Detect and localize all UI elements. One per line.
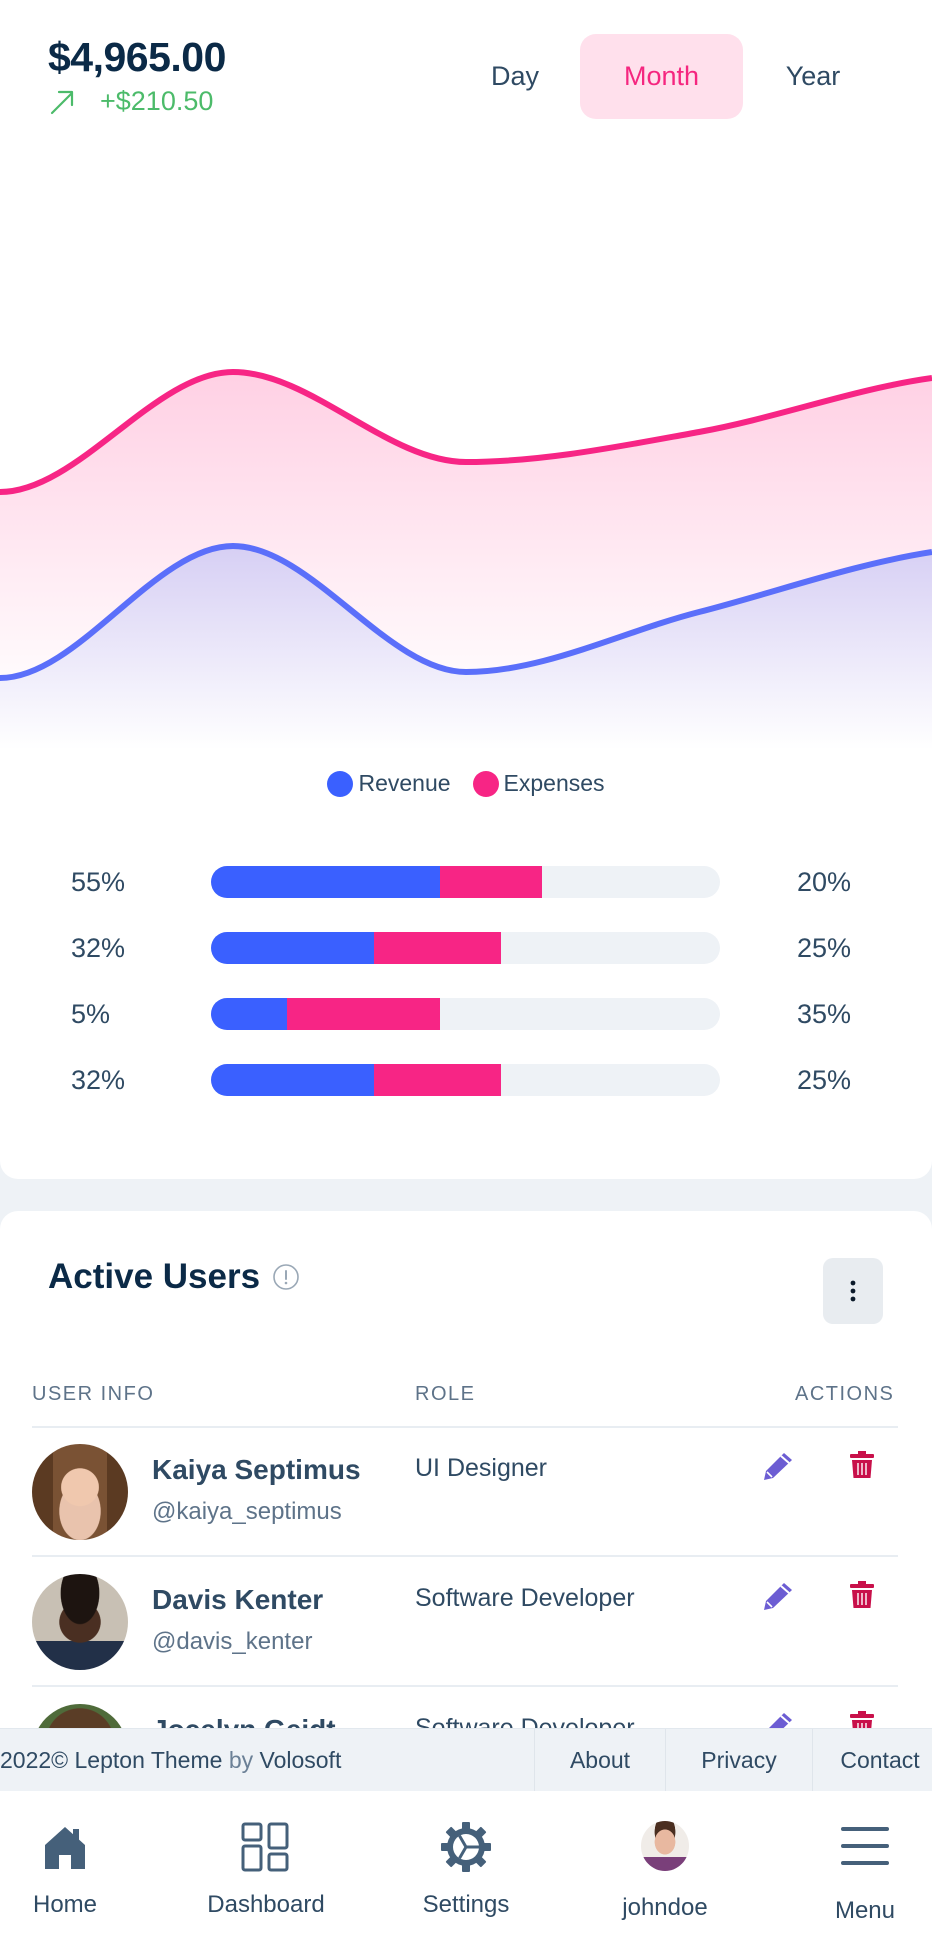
nav-user-profile[interactable]: johndoe	[580, 1791, 750, 1936]
nav-home[interactable]: Home	[0, 1791, 150, 1936]
column-header-role: ROLE	[415, 1383, 476, 1405]
progress-left-label: 55%	[71, 867, 126, 897]
edit-pencil-icon[interactable]	[762, 1451, 794, 1481]
active-users-title: Active Users	[48, 1257, 261, 1296]
column-header-actions: ACTIONS	[795, 1383, 895, 1405]
delete-trash-icon[interactable]	[849, 1451, 875, 1479]
user-handle: @davis_kenter	[152, 1628, 313, 1655]
user-name: Davis Kenter	[152, 1584, 324, 1615]
progress-track	[211, 1064, 720, 1096]
legend-label: Revenue	[358, 770, 451, 796]
chart-legend: Revenue Expenses	[0, 770, 932, 797]
nav-label: Settings	[422, 1891, 510, 1918]
nav-label: johndoe	[622, 1894, 708, 1921]
user-handle: @kaiya_septimus	[152, 1498, 342, 1525]
footer-link-privacy[interactable]: Privacy	[665, 1729, 812, 1791]
progress-track	[211, 932, 720, 964]
nav-label: Menu	[834, 1897, 896, 1924]
progress-track	[211, 998, 720, 1030]
footer-brand-link[interactable]: Lepton Theme	[75, 1747, 223, 1773]
progress-revenue-segment	[211, 932, 374, 964]
hamburger-menu-icon	[841, 1827, 889, 1865]
tab-month[interactable]: Month	[580, 34, 743, 119]
progress-row: 5% 35%	[0, 998, 932, 1030]
amount-change: +$210.50	[48, 86, 213, 117]
progress-right-label: 20%	[797, 867, 852, 897]
progress-revenue-segment	[211, 1064, 374, 1096]
bottom-navigation: Home Dashboard Settings johndoe Menu	[0, 1791, 932, 1936]
footer-link-about[interactable]: About	[534, 1729, 665, 1791]
nav-dashboard[interactable]: Dashboard	[181, 1791, 351, 1936]
dashboard-icon	[241, 1822, 289, 1872]
arrow-up-right-icon	[50, 90, 74, 114]
nav-label: Home	[32, 1891, 98, 1918]
user-role: UI Designer	[415, 1454, 547, 1482]
progress-revenue-segment	[211, 866, 441, 898]
progress-row: 55% 20%	[0, 866, 932, 898]
progress-row: 32% 25%	[0, 1064, 932, 1096]
expenses-dot-icon	[472, 770, 499, 797]
progress-right-label: 25%	[797, 1065, 852, 1095]
revenue-expenses-chart	[0, 368, 932, 750]
progress-left-label: 32%	[71, 1065, 126, 1095]
progress-left-label: 32%	[71, 933, 126, 963]
table-row: Kaiya Septimus @kaiya_septimus UI Design…	[0, 1427, 932, 1557]
progress-expenses-segment	[287, 998, 441, 1030]
progress-right-label: 25%	[797, 933, 852, 963]
change-value: +$210.50	[100, 86, 214, 116]
legend-expenses[interactable]: Expenses	[472, 770, 605, 797]
kebab-menu-icon	[850, 1280, 856, 1302]
copyright-year: 2022©	[0, 1747, 69, 1773]
progress-left-label: 5%	[71, 999, 111, 1029]
progress-expenses-segment	[373, 932, 502, 964]
page-footer: 2022© Lepton Theme by Volosoft About Pri…	[0, 1728, 932, 1791]
footer-company-link[interactable]: Volosoft	[260, 1747, 342, 1773]
user-role: Software Developer	[415, 1584, 635, 1612]
user-name: Kaiya Septimus	[152, 1454, 361, 1485]
legend-label: Expenses	[503, 770, 605, 796]
nav-label: Dashboard	[207, 1891, 325, 1918]
footer-by: by	[228, 1747, 254, 1773]
tab-day[interactable]: Day	[470, 34, 560, 119]
edit-pencil-icon[interactable]	[762, 1581, 794, 1611]
legend-revenue[interactable]: Revenue	[327, 770, 451, 797]
user-avatar	[641, 1821, 689, 1871]
footer-link-contact[interactable]: Contact	[812, 1729, 932, 1791]
more-options-button[interactable]	[823, 1258, 883, 1324]
footer-copyright: 2022© Lepton Theme by Volosoft	[0, 1729, 341, 1791]
tab-year[interactable]: Year	[765, 34, 861, 119]
revenue-dot-icon	[327, 770, 354, 797]
total-amount: $4,965.00	[48, 34, 226, 80]
active-users-heading: Active Users	[48, 1257, 300, 1297]
progress-expenses-segment	[440, 866, 542, 898]
settings-gear-icon	[441, 1822, 491, 1872]
avatar	[32, 1444, 128, 1540]
progress-revenue-segment	[211, 998, 288, 1030]
progress-row: 32% 25%	[0, 932, 932, 964]
table-row: Davis Kenter @davis_kenter Software Deve…	[0, 1557, 932, 1687]
home-icon	[45, 1827, 85, 1869]
column-header-user-info: USER INFO	[32, 1383, 155, 1405]
info-circle-icon[interactable]	[272, 1263, 300, 1291]
delete-trash-icon[interactable]	[849, 1581, 875, 1609]
nav-menu[interactable]: Menu	[780, 1791, 932, 1936]
progress-track	[211, 866, 720, 898]
progress-right-label: 35%	[797, 999, 852, 1029]
progress-expenses-segment	[373, 1064, 502, 1096]
avatar	[32, 1574, 128, 1670]
nav-settings[interactable]: Settings	[381, 1791, 551, 1936]
